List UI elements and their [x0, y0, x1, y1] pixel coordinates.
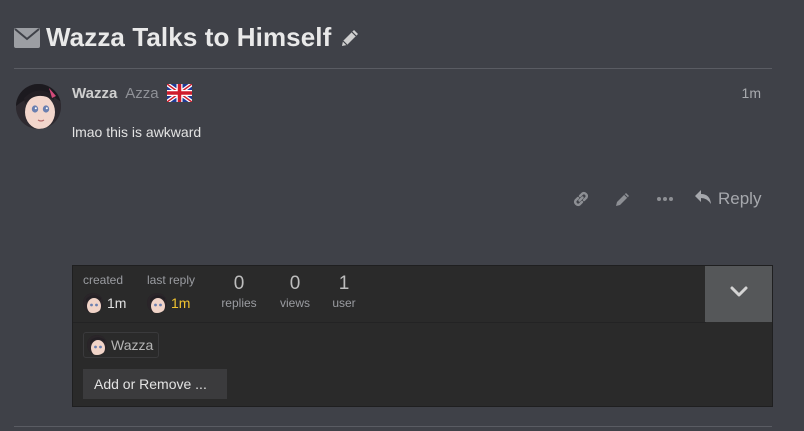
- summary-stats: created 1m last reply 1m 0 replies 0 vie…: [73, 266, 706, 322]
- replies-count: 0: [233, 273, 245, 294]
- reply-arrow-icon: [694, 189, 712, 210]
- topic-title-row: Wazza Talks to Himself: [14, 22, 361, 53]
- summary-row-divider: [73, 322, 706, 323]
- uk-flag-icon: [165, 82, 193, 104]
- post-username[interactable]: Wazza: [72, 85, 117, 102]
- expand-summary-button[interactable]: [705, 266, 772, 322]
- ellipsis-icon[interactable]: [644, 186, 686, 212]
- avatar[interactable]: [16, 84, 61, 129]
- users-stat: 1 user: [326, 273, 362, 310]
- last-reply-avatar: [147, 293, 167, 313]
- creator-avatar: [83, 293, 103, 313]
- last-reply-stat[interactable]: last reply 1m: [147, 273, 195, 313]
- views-stat: 0 views: [275, 273, 315, 310]
- last-reply-label: last reply: [147, 273, 196, 287]
- users-label: user: [332, 296, 356, 310]
- bottom-divider: [14, 426, 772, 427]
- topic-summary: created 1m last reply 1m 0 replies 0 vie…: [72, 265, 773, 407]
- title-divider: [14, 68, 772, 69]
- reply-button[interactable]: Reply: [694, 189, 761, 210]
- participant-avatar: [87, 335, 107, 355]
- link-icon[interactable]: [560, 186, 602, 212]
- edit-title-icon[interactable]: [339, 27, 361, 49]
- users-count: 1: [338, 273, 350, 294]
- pencil-icon[interactable]: [602, 186, 644, 212]
- replies-label: replies: [221, 296, 257, 310]
- post-full-name: Azza: [125, 84, 159, 102]
- post-body: lmao this is awkward: [72, 124, 202, 140]
- views-label: views: [279, 296, 310, 310]
- last-reply-time: 1m: [171, 295, 191, 311]
- chevron-down-icon: [729, 285, 749, 304]
- created-stat[interactable]: created 1m: [83, 273, 126, 313]
- envelope-icon: [14, 27, 40, 48]
- post-header: Wazza Azza: [72, 82, 193, 104]
- post-timestamp[interactable]: 1m: [742, 85, 761, 101]
- topic-title[interactable]: Wazza Talks to Himself: [46, 22, 331, 53]
- created-label: created: [83, 273, 124, 287]
- replies-stat: 0 replies: [219, 273, 259, 310]
- created-time: 1m: [107, 295, 127, 311]
- add-remove-button[interactable]: Add or Remove ...: [83, 369, 227, 399]
- participant-name: Wazza: [111, 337, 154, 353]
- post-actions: Reply: [560, 186, 761, 212]
- views-count: 0: [289, 273, 301, 294]
- reply-label: Reply: [718, 189, 762, 208]
- participant-chip[interactable]: Wazza: [83, 332, 160, 358]
